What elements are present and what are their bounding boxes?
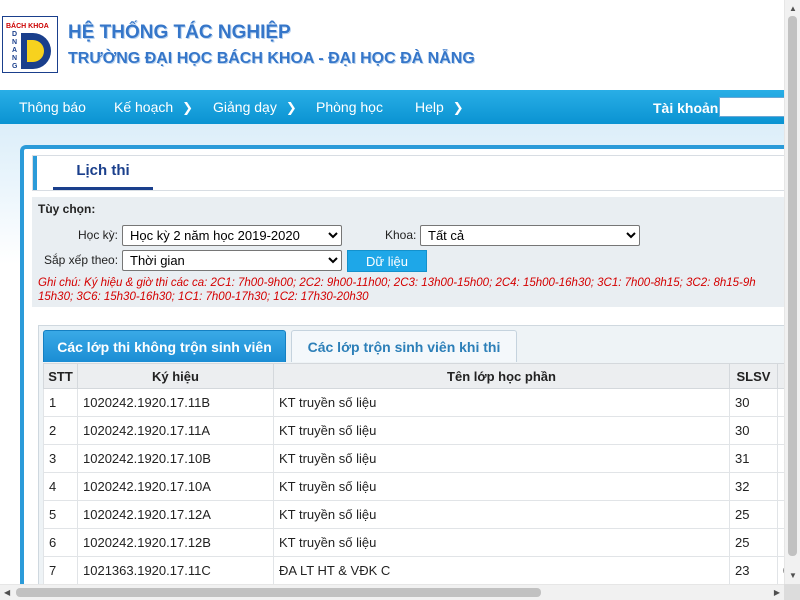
cell-ky-hieu: 1020242.1920.17.10A — [77, 472, 274, 501]
nav-item-phong-hoc[interactable]: Phòng học — [316, 90, 383, 124]
cell-slsv: 25 — [729, 500, 778, 529]
cell-ky-hieu: 1020242.1920.17.12B — [77, 528, 274, 557]
cell-ky-hieu: 1020242.1920.17.12A — [77, 500, 274, 529]
cell-stt: 5 — [43, 500, 78, 529]
account-label: Tài khoản: — [653, 100, 724, 116]
cell-slsv: 30 — [729, 416, 778, 445]
cell-stt: 7 — [43, 556, 78, 585]
cell-stt: 3 — [43, 444, 78, 473]
table-row[interactable]: 7 1021363.1920.17.11C ĐA LT HT & VĐK C 2… — [43, 556, 789, 585]
cell-ky-hieu: 1021363.1920.17.11C — [77, 556, 274, 585]
cell-stt: 4 — [43, 472, 78, 501]
vertical-scrollbar[interactable]: ▲ ▼ — [784, 0, 800, 584]
table-row[interactable]: 2 1020242.1920.17.11A KT truyền số liệu … — [43, 416, 789, 445]
chevron-right-icon: ❯ — [182, 100, 194, 115]
cell-stt: 6 — [43, 528, 78, 557]
nav-item-label: Phòng học — [316, 99, 383, 115]
nav-item-label: Help — [415, 99, 444, 115]
cell-ten-lop: KT truyền số liệu — [273, 472, 730, 501]
cell-ten-lop: KT truyền số liệu — [273, 444, 730, 473]
nav-item-thong-bao[interactable]: Thông báo — [19, 90, 86, 124]
cell-slsv: 30 — [729, 388, 778, 417]
cell-slsv: 25 — [729, 528, 778, 557]
page-header: BÁCH KHOA DNANG HỆ THỐNG TÁC NGHIỆP TRƯỜ… — [0, 0, 784, 90]
table-header-row: STT Ký hiệu Tên lớp học phần SLSV — [43, 363, 789, 389]
scroll-left-icon[interactable]: ◀ — [4, 588, 10, 597]
nav-item-giang-day[interactable]: Giảng dạy ❯ — [213, 90, 297, 124]
scroll-up-icon[interactable]: ▲ — [789, 4, 797, 13]
tab-unmixed-classes[interactable]: Các lớp thi không trộn sinh viên — [43, 330, 286, 362]
col-header-ten-lop[interactable]: Tên lớp học phần — [273, 363, 730, 389]
horizontal-scrollbar[interactable]: ◀ ▶ — [0, 584, 784, 600]
col-header-stt[interactable]: STT — [43, 363, 78, 389]
cell-ten-lop: KT truyền số liệu — [273, 388, 730, 417]
cell-ten-lop: ĐA LT HT & VĐK C — [273, 556, 730, 585]
scroll-down-icon[interactable]: ▼ — [789, 571, 797, 580]
cell-ky-hieu: 1020242.1920.17.11A — [77, 416, 274, 445]
faculty-select[interactable]: Tất cả — [420, 225, 640, 246]
logo-text-vertical: DNANG — [12, 31, 18, 70]
cell-ten-lop: KT truyền số liệu — [273, 500, 730, 529]
semester-select[interactable]: Học kỳ 2 năm học 2019-2020 — [122, 225, 342, 246]
system-title: HỆ THỐNG TÁC NGHIỆP — [68, 22, 291, 43]
exam-table: STT Ký hiệu Tên lớp học phần SLSV 1 1020… — [43, 363, 789, 585]
exam-tabs-container: Các lớp thi không trộn sinh viên Các lớp… — [38, 325, 789, 589]
semester-label: Học kỳ: — [78, 228, 119, 242]
note-line-2: 15h30; 3C6: 15h30-16h30; 1C1: 7h00-17h30… — [38, 291, 369, 303]
vertical-scroll-thumb[interactable] — [788, 16, 797, 556]
nav-item-ke-hoach[interactable]: Kế hoạch ❯ — [114, 90, 193, 124]
cell-ky-hieu: 1020242.1920.17.11B — [77, 388, 274, 417]
col-header-ky-hieu[interactable]: Ký hiệu — [77, 363, 274, 389]
page-tab-header: Lịch thi — [32, 155, 788, 191]
cell-stt: 1 — [43, 388, 78, 417]
tab-accent-bar — [33, 156, 37, 190]
nav-item-help[interactable]: Help ❯ — [415, 90, 464, 124]
logo-text-top: BÁCH KHOA — [6, 23, 49, 30]
cell-ten-lop: KT truyền số liệu — [273, 416, 730, 445]
cell-ky-hieu: 1020242.1920.17.10B — [77, 444, 274, 473]
schedule-note: Ghi chú: Ký hiệu & giờ thi các ca: 2C1: … — [38, 276, 798, 304]
scrollbar-corner — [784, 584, 800, 600]
table-row[interactable]: 4 1020242.1920.17.10A KT truyền số liệu … — [43, 472, 789, 501]
sort-label: Sắp xếp theo: — [44, 253, 119, 267]
note-line-1: Ghi chú: Ký hiệu & giờ thi các ca: 2C1: … — [38, 277, 756, 289]
options-panel: Tùy chọn: Học kỳ: Học kỳ 2 năm học 2019-… — [32, 197, 788, 307]
nav-item-label: Giảng dạy — [213, 99, 277, 115]
logo-d-icon — [21, 33, 51, 69]
nav-item-label: Thông báo — [19, 99, 86, 115]
horizontal-scroll-thumb[interactable] — [16, 588, 541, 597]
col-header-slsv[interactable]: SLSV — [729, 363, 778, 389]
table-row[interactable]: 5 1020242.1920.17.12A KT truyền số liệu … — [43, 500, 789, 529]
cell-slsv: 32 — [729, 472, 778, 501]
university-logo[interactable]: BÁCH KHOA DNANG — [2, 16, 58, 73]
account-input[interactable] — [719, 97, 789, 117]
table-row[interactable]: 6 1020242.1920.17.12B KT truyền số liệu … — [43, 528, 789, 557]
scroll-right-icon[interactable]: ▶ — [774, 588, 780, 597]
main-panel: Lịch thi Tùy chọn: Học kỳ: Học kỳ 2 năm … — [20, 145, 789, 589]
cell-slsv: 23 — [729, 556, 778, 585]
main-nav: Thông báo Kế hoạch ❯ Giảng dạy ❯ Phòng học… — [0, 90, 789, 124]
table-row[interactable]: 1 1020242.1920.17.11B KT truyền số liệu … — [43, 388, 789, 417]
table-row[interactable]: 3 1020242.1920.17.10B KT truyền số liệu … — [43, 444, 789, 473]
cell-stt: 2 — [43, 416, 78, 445]
faculty-label: Khoa: — [385, 228, 417, 242]
data-button[interactable]: Dữ liệu — [347, 250, 427, 272]
chevron-right-icon: ❯ — [285, 100, 297, 115]
sort-select[interactable]: Thời gian — [122, 250, 342, 271]
options-title: Tùy chọn: — [38, 202, 96, 216]
exam-table-container: STT Ký hiệu Tên lớp học phần SLSV 1 1020… — [43, 363, 789, 589]
tab-lich-thi[interactable]: Lịch thi — [53, 156, 153, 190]
chevron-right-icon: ❯ — [452, 100, 464, 115]
tab-mixed-classes[interactable]: Các lớp trộn sinh viên khi thi — [291, 330, 517, 362]
cell-slsv: 31 — [729, 444, 778, 473]
cell-ten-lop: KT truyền số liệu — [273, 528, 730, 557]
nav-item-label: Kế hoạch — [114, 99, 174, 115]
university-name: TRƯỜNG ĐẠI HỌC BÁCH KHOA - ĐẠI HỌC ĐÀ NẴ… — [68, 50, 475, 67]
